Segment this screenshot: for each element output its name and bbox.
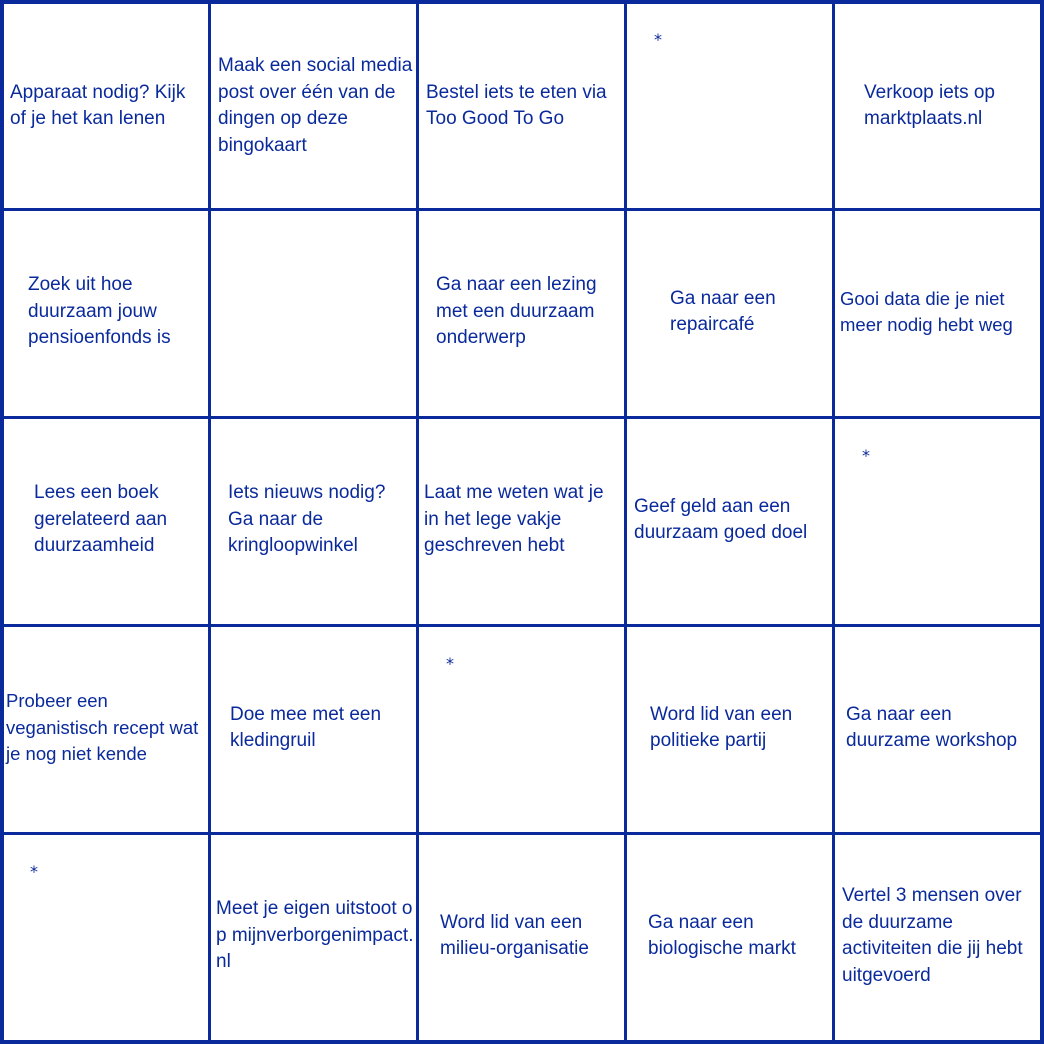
- bingo-cell-r3c5-blank[interactable]: *: [836, 416, 1044, 624]
- bingo-cell-r3c2[interactable]: Iets nieuws nodig? Ga naar de kringloopw…: [212, 416, 420, 624]
- bingo-cell-r5c3[interactable]: Word lid van een milieu-organisatie: [420, 832, 628, 1040]
- bingo-cell-text: Zoek uit hoe duurzaam jouw pensioenfonds…: [28, 274, 171, 349]
- bingo-cell-text: Probeer een veganistisch recept wat je n…: [6, 690, 199, 765]
- bingo-cell-text: Iets nieuws nodig? Ga naar de kringloopw…: [228, 482, 386, 557]
- bingo-cell-r1c5[interactable]: Verkoop iets op marktplaats.nl: [836, 2, 1044, 210]
- blank-cell-star: *: [654, 30, 662, 49]
- bingo-cell-text: Vertel 3 mensen over de duurzame activit…: [842, 885, 1023, 986]
- bingo-cell-r5c2[interactable]: Meet je eigen uitstoot op mijnverborgeni…: [212, 832, 420, 1040]
- bingo-cell-r3c1[interactable]: Lees een boek gerelateerd aan duurzaamhe…: [4, 416, 212, 624]
- bingo-cell-r5c5[interactable]: Vertel 3 mensen over de duurzame activit…: [836, 832, 1044, 1040]
- bingo-cell-text: Word lid van een politieke partij: [650, 703, 793, 752]
- blank-cell-star: *: [446, 654, 454, 673]
- bingo-cell-r1c4-blank[interactable]: *: [628, 2, 836, 210]
- bingo-cell-text: Ga naar een repaircafé: [670, 287, 776, 336]
- blank-cell-star: *: [30, 862, 38, 881]
- bingo-cell-text: Gooi data die je niet meer nodig hebt we…: [840, 287, 1013, 336]
- grid-line: [0, 1040, 1044, 1044]
- bingo-cell-r4c3-blank[interactable]: *: [420, 624, 628, 832]
- bingo-cell-text: Word lid van een milieu-organisatie: [440, 911, 589, 960]
- bingo-cell-text: Meet je eigen uitstoot op mijnverborgeni…: [216, 898, 414, 973]
- bingo-cell-r1c2[interactable]: Maak een social media post over één van …: [212, 2, 420, 210]
- bingo-cell-r4c2[interactable]: Doe mee met een kledingruil: [212, 624, 420, 832]
- bingo-cell-text: Ga naar een biologische markt: [648, 911, 796, 960]
- bingo-cell-r3c3[interactable]: Laat me weten wat je in het lege vakje g…: [420, 416, 628, 624]
- bingo-cell-text: Bestel iets te eten via Too Good To Go: [426, 81, 607, 130]
- bingo-cell-text: Doe mee met een kledingruil: [230, 703, 382, 752]
- bingo-cell-r5c4[interactable]: Ga naar een biologische markt: [628, 832, 836, 1040]
- bingo-card: Apparaat nodig? Kijk of je het kan lenen…: [0, 0, 1044, 1044]
- bingo-cell-text: Maak een social media post over één van …: [218, 55, 413, 156]
- bingo-cell-r1c3[interactable]: Bestel iets te eten via Too Good To Go: [420, 2, 628, 210]
- bingo-cell-text: Geef geld aan een duurzaam goed doel: [634, 495, 808, 544]
- bingo-cell-r1c1[interactable]: Apparaat nodig? Kijk of je het kan lenen: [4, 2, 212, 210]
- bingo-cell-text: Lees een boek gerelateerd aan duurzaamhe…: [34, 482, 168, 557]
- bingo-cell-r4c5[interactable]: Ga naar een duurzame workshop: [836, 624, 1044, 832]
- bingo-cell-text: Ga naar een lezing met een duurzaam onde…: [436, 274, 597, 349]
- bingo-cell-text: Verkoop iets op marktplaats.nl: [864, 81, 995, 130]
- bingo-cell-r2c2-empty[interactable]: [212, 208, 420, 416]
- bingo-cell-r3c4[interactable]: Geef geld aan een duurzaam goed doel: [628, 416, 836, 624]
- bingo-cell-r5c1-blank[interactable]: *: [4, 832, 212, 1040]
- bingo-cell-r2c1[interactable]: Zoek uit hoe duurzaam jouw pensioenfonds…: [4, 208, 212, 416]
- bingo-cell-r4c1[interactable]: Probeer een veganistisch recept wat je n…: [4, 624, 212, 832]
- bingo-cell-r2c3[interactable]: Ga naar een lezing met een duurzaam onde…: [420, 208, 628, 416]
- bingo-cell-text: Ga naar een duurzame workshop: [846, 703, 1018, 752]
- bingo-cell-r4c4[interactable]: Word lid van een politieke partij: [628, 624, 836, 832]
- bingo-cell-r2c5[interactable]: Gooi data die je niet meer nodig hebt we…: [836, 208, 1044, 416]
- blank-cell-star: *: [862, 446, 870, 465]
- bingo-cell-r2c4[interactable]: Ga naar een repaircafé: [628, 208, 836, 416]
- bingo-cell-text: Laat me weten wat je in het lege vakje g…: [424, 482, 604, 557]
- bingo-cell-text: Apparaat nodig? Kijk of je het kan lenen: [10, 81, 186, 130]
